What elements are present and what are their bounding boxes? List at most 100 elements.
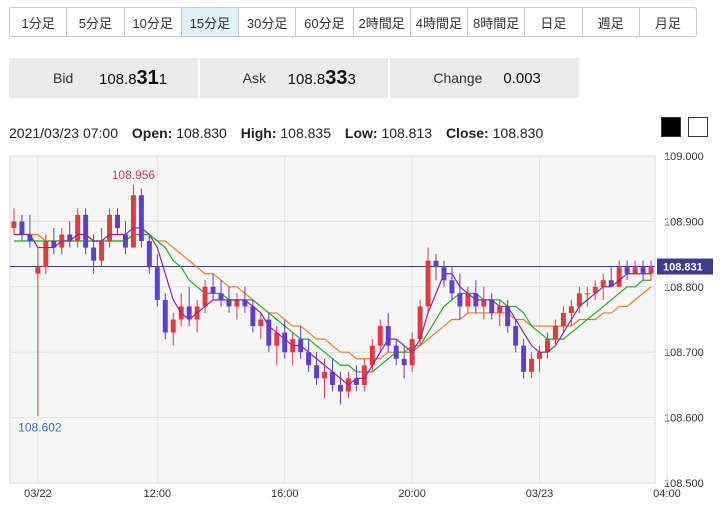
candle-body	[640, 267, 646, 274]
quote-panel: Bid 108.8311 Ask 108.8333 Change 0.003	[9, 58, 579, 98]
candle-body	[218, 293, 224, 300]
candle-body	[521, 345, 527, 372]
tab-7[interactable]: 4時間足	[411, 8, 468, 36]
candle-body	[314, 365, 320, 379]
candle-body	[322, 371, 328, 379]
y-tick-label: 108.900	[664, 216, 704, 228]
ohlc-info-bar: 2021/03/23 07:00 Open: 108.830 High: 108…	[9, 125, 543, 143]
candle-body	[529, 358, 535, 372]
candle-body	[35, 267, 41, 274]
candle-body	[19, 221, 25, 235]
tab-5[interactable]: 60分足	[296, 8, 354, 36]
candle-body	[282, 332, 288, 353]
tab-11[interactable]: 月足	[640, 8, 696, 36]
plot-area	[9, 155, 656, 484]
high-label: High:	[240, 125, 277, 141]
candle-body	[146, 241, 152, 268]
close-label: Close:	[445, 125, 489, 141]
candle-body	[584, 293, 590, 295]
dark-theme-toggle[interactable]	[661, 117, 681, 137]
low-marker-label: 108.602	[18, 420, 62, 434]
x-tick-label: 04:00	[653, 488, 681, 500]
candle-body	[138, 195, 144, 242]
candle-body	[107, 214, 113, 242]
candle-body	[433, 260, 439, 268]
candle-body	[632, 267, 638, 274]
tab-1[interactable]: 5分足	[67, 8, 125, 36]
ask-label: Ask	[242, 70, 267, 86]
candle-body	[377, 326, 383, 346]
candle-body	[457, 293, 463, 307]
y-tick-label: 108.600	[664, 413, 704, 425]
candle-body	[258, 319, 264, 327]
open-value: 108.830	[176, 125, 227, 141]
info-datetime: 2021/03/23 07:00	[9, 125, 118, 141]
x-tick-label: 20:00	[398, 488, 426, 500]
candle-body	[337, 384, 343, 392]
candle-body	[154, 267, 160, 300]
candle-body	[616, 267, 622, 287]
tab-9[interactable]: 日足	[525, 8, 583, 36]
bid-value: 108.8311	[99, 66, 168, 89]
candle-body	[513, 326, 519, 346]
high-value: 108.835	[280, 125, 331, 141]
candle-body	[115, 214, 120, 228]
y-tick-label: 108.700	[664, 347, 704, 359]
tab-8[interactable]: 8時間足	[468, 8, 526, 36]
bid-label: Bid	[53, 70, 74, 86]
ask-cell: Ask 108.8333	[200, 58, 391, 98]
current-price-label: 108.831	[663, 262, 703, 274]
ask-value: 108.8333	[287, 66, 356, 89]
candle-body	[122, 234, 128, 248]
candle-body	[449, 280, 455, 294]
candle-body	[170, 319, 176, 333]
candle-body	[481, 299, 487, 307]
change-cell: Change 0.003	[390, 58, 579, 98]
change-value: 0.003	[503, 69, 541, 87]
candle-body	[552, 326, 558, 340]
candle-body	[130, 195, 136, 248]
candle-body	[393, 345, 399, 359]
candle-body	[497, 306, 503, 313]
candle-body	[568, 306, 574, 313]
x-tick-label: 12:00	[144, 488, 172, 500]
timeframe-tabs: 1分足 5分足 10分足 15分足 30分足 60分足 2時間足 4時間足 8時間足 日足 週足 月足	[9, 7, 697, 37]
tab-6[interactable]: 2時間足	[354, 8, 411, 36]
candle-body	[250, 306, 256, 327]
open-label: Open:	[131, 125, 173, 141]
change-label: Change	[433, 70, 483, 86]
candle-body	[560, 312, 566, 327]
candle-body	[99, 241, 105, 261]
x-tick-label: 03/22	[24, 488, 52, 500]
candlestick-chart: 109.000108.900108.800108.700108.600108.5…	[9, 151, 713, 500]
candle-body	[425, 260, 431, 307]
x-tick-label: 03/23	[526, 488, 554, 500]
x-tick-label: 16:00	[271, 488, 299, 500]
candle-body	[401, 358, 407, 366]
candle-body	[83, 214, 89, 248]
y-tick-label: 108.800	[664, 282, 704, 294]
light-theme-toggle[interactable]	[688, 117, 708, 137]
candle-body	[91, 247, 97, 261]
tab-10[interactable]: 週足	[583, 8, 640, 36]
tab-2[interactable]: 10分足	[125, 8, 182, 36]
candle-body	[648, 267, 654, 274]
candle-body	[162, 299, 168, 333]
candle-body	[624, 267, 630, 274]
close-value: 108.830	[492, 125, 544, 141]
y-tick-label: 109.000	[664, 151, 704, 163]
tab-0[interactable]: 1分足	[10, 8, 68, 36]
candle-body	[202, 286, 208, 307]
low-label: Low:	[344, 125, 378, 141]
low-value: 108.813	[381, 125, 433, 141]
bid-cell: Bid 108.8311	[9, 58, 200, 98]
candle-body	[75, 214, 81, 242]
candle-body	[537, 352, 543, 359]
candle-body	[11, 221, 17, 228]
candle-body	[226, 299, 232, 307]
candle-body	[210, 286, 216, 294]
tab-3[interactable]: 15分足	[181, 8, 239, 36]
candle-body	[234, 299, 240, 307]
tab-4[interactable]: 30分足	[239, 8, 297, 36]
candle-body	[600, 280, 606, 287]
